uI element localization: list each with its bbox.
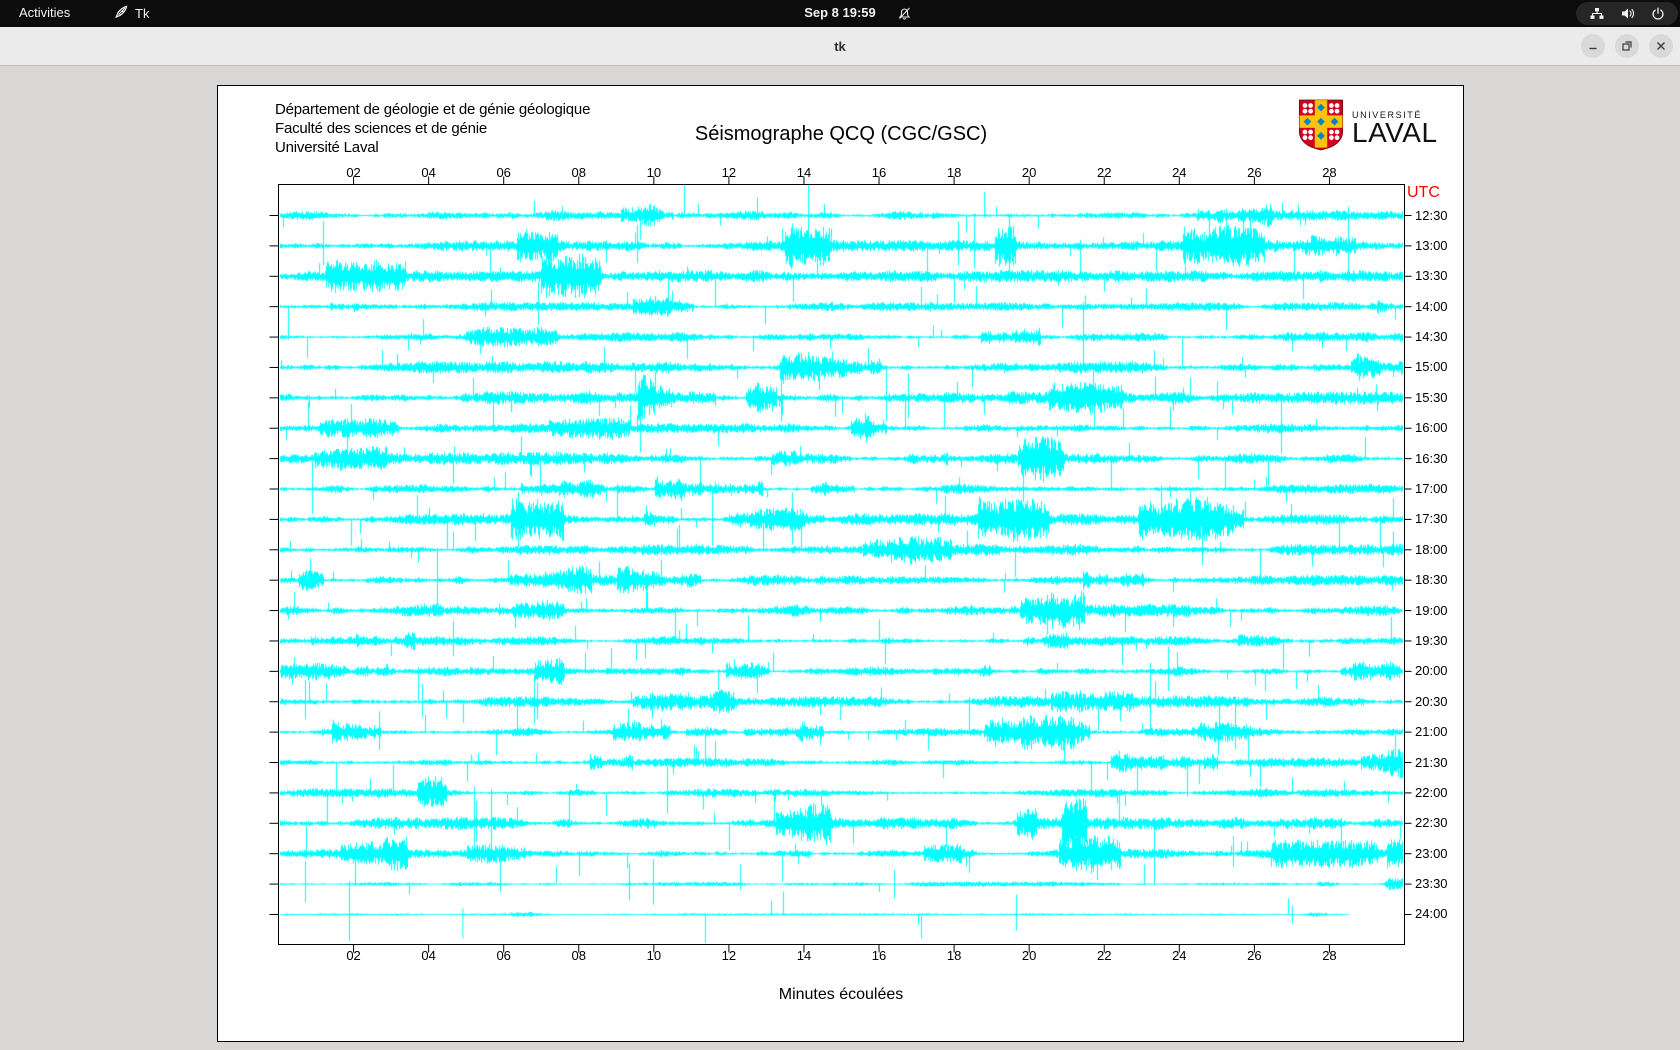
- logo-text-laval: LAVAL: [1352, 116, 1438, 148]
- utc-time-label: 22:00: [1415, 784, 1448, 800]
- power-icon: [1651, 7, 1665, 21]
- x-tick-label-bottom: 04: [421, 948, 436, 963]
- utc-time-label: 14:00: [1415, 298, 1448, 314]
- x-tick-label-top: 28: [1322, 165, 1337, 180]
- seismogram-traces: [279, 185, 1404, 944]
- x-tick-label-top: 22: [1096, 165, 1112, 180]
- x-tick-label-top: 14: [796, 165, 812, 180]
- utc-time-label: 16:30: [1415, 450, 1448, 466]
- x-tick-label-top: 12: [721, 165, 737, 180]
- utc-time-label: 23:30: [1415, 876, 1448, 892]
- x-tick-label-top: 08: [571, 165, 586, 180]
- window-title: tk: [834, 39, 846, 54]
- x-tick-label-bottom: 02: [346, 948, 361, 963]
- utc-label: UTC: [1407, 184, 1440, 201]
- utc-time-label: 23:00: [1415, 845, 1448, 861]
- close-icon: [1657, 42, 1665, 50]
- laval-shield-icon: [1298, 99, 1344, 156]
- utc-time-label: 18:30: [1415, 572, 1448, 588]
- minimize-icon: [1589, 47, 1597, 50]
- utc-time-label: 12:30: [1415, 207, 1448, 223]
- utc-time-label: 20:00: [1415, 663, 1448, 679]
- x-tick-label-top: 04: [421, 165, 436, 180]
- x-tick-label-bottom: 26: [1247, 948, 1262, 963]
- seismograph-figure: Département de géologie et de génie géol…: [217, 85, 1464, 1042]
- utc-time-label: 21:00: [1415, 724, 1448, 740]
- focused-app-menu[interactable]: Tk: [114, 0, 149, 27]
- utc-time-label: 21:30: [1415, 754, 1448, 770]
- focused-app-label: Tk: [135, 6, 150, 21]
- x-tick-label-top: 20: [1021, 165, 1037, 180]
- utc-time-label: 13:30: [1415, 268, 1448, 284]
- restore-icon: [1622, 41, 1632, 51]
- x-tick-label-top: 24: [1172, 165, 1187, 180]
- x-tick-label-bottom: 10: [646, 948, 662, 963]
- utc-time-label: 20:30: [1415, 693, 1448, 709]
- utc-time-label: 16:00: [1415, 420, 1448, 436]
- utc-time-label: 13:00: [1415, 237, 1448, 253]
- x-tick-label-top: 26: [1247, 165, 1262, 180]
- utc-time-label: 14:30: [1415, 329, 1448, 345]
- x-tick-label-bottom: 12: [721, 948, 737, 963]
- x-tick-label-top: 02: [346, 165, 361, 180]
- x-tick-label-bottom: 06: [496, 948, 511, 963]
- wired-network-icon: [1589, 7, 1605, 20]
- x-axis-title: Minutes écoulées: [778, 986, 904, 1003]
- utc-time-label: 15:00: [1415, 359, 1448, 375]
- header-line-2: Faculté des sciences et de génie: [275, 120, 488, 137]
- x-tick-label-bottom: 24: [1172, 948, 1187, 963]
- utc-time-label: 18:00: [1415, 541, 1448, 557]
- clock-button[interactable]: Sep 8 19:59: [804, 0, 876, 27]
- system-tray[interactable]: [1576, 2, 1678, 25]
- x-tick-label-top: 16: [871, 165, 887, 180]
- utc-time-label: 19:30: [1415, 632, 1448, 648]
- utc-time-label: 17:00: [1415, 481, 1448, 496]
- header-line-1: Département de géologie et de génie géol…: [275, 101, 591, 118]
- notifications-disabled-icon: [897, 6, 912, 21]
- x-tick-label-bottom: 20: [1021, 948, 1037, 963]
- utc-time-label: 24:00: [1415, 906, 1448, 922]
- utc-time-label: 19:00: [1415, 602, 1448, 618]
- x-tick-label-bottom: 18: [946, 948, 962, 963]
- header-line-3: Université Laval: [275, 139, 379, 156]
- window-titlebar[interactable]: tk: [0, 27, 1680, 66]
- institution-header: Département de géologie et de génie géol…: [275, 100, 590, 157]
- utc-time-label: 15:30: [1415, 389, 1448, 405]
- minimize-button[interactable]: [1581, 34, 1605, 58]
- window-content: Département de géologie et de génie géol…: [0, 67, 1680, 1050]
- x-tick-label-top: 06: [496, 165, 511, 180]
- utc-time-label: 22:30: [1415, 815, 1448, 831]
- tk-feather-icon: [114, 5, 128, 22]
- figure-title: Séismographe QCQ (CGC/GSC): [694, 123, 988, 145]
- utc-time-label: 17:30: [1415, 511, 1448, 527]
- gnome-top-bar: Activities Tk Sep 8 19:59: [0, 0, 1680, 27]
- close-button[interactable]: [1649, 34, 1673, 58]
- restore-button[interactable]: [1615, 34, 1639, 58]
- volume-icon: [1621, 7, 1636, 20]
- universite-laval-logo: UNIVERSITÉ LAVAL: [1298, 99, 1438, 156]
- x-tick-label-bottom: 22: [1096, 948, 1112, 963]
- x-tick-label-top: 18: [946, 165, 962, 180]
- x-tick-label-bottom: 16: [871, 948, 887, 963]
- x-tick-label-top: 10: [646, 165, 662, 180]
- x-tick-label-bottom: 28: [1322, 948, 1337, 963]
- x-tick-label-bottom: 14: [796, 948, 812, 963]
- activities-button[interactable]: Activities: [17, 0, 72, 27]
- x-tick-label-bottom: 08: [571, 948, 586, 963]
